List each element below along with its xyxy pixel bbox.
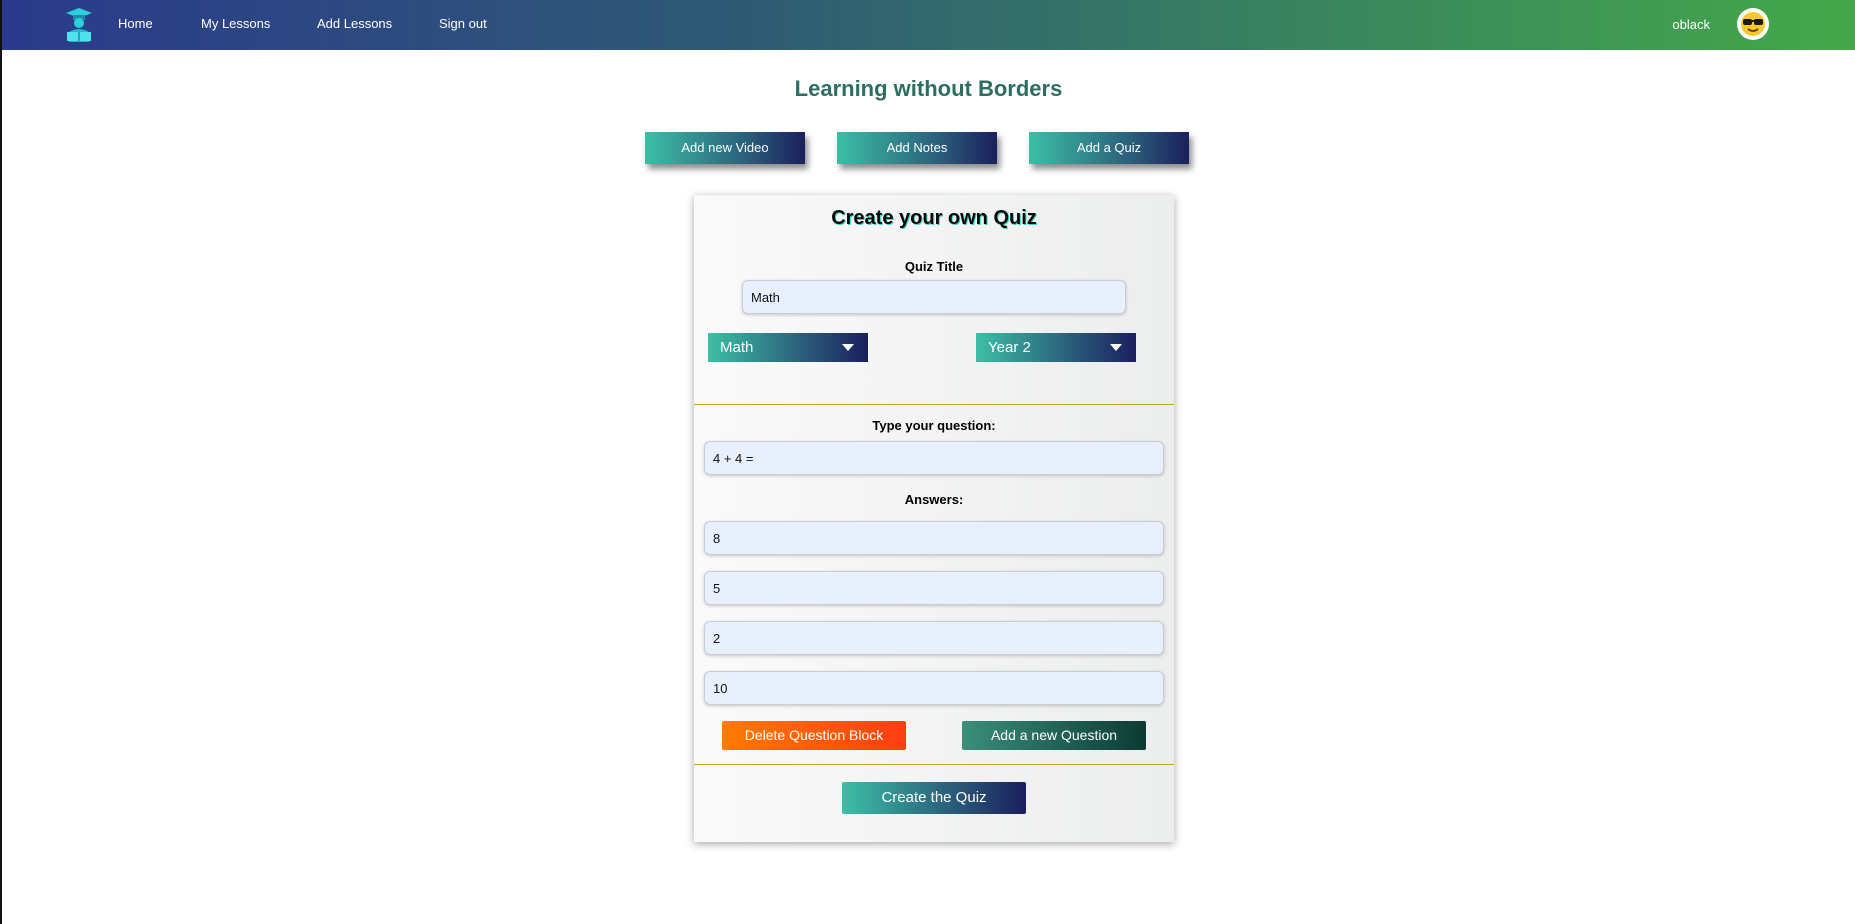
add-notes-button[interactable]: Add Notes [837,132,997,164]
quiz-title-input[interactable] [742,280,1126,314]
chevron-down-icon [842,344,854,351]
answer-input-3[interactable] [704,621,1164,655]
top-navbar: Home My Lessons Add Lessons Sign out obl… [2,0,1855,50]
delete-question-block-button[interactable]: Delete Question Block [722,721,906,750]
subject-select[interactable]: Math [708,333,868,362]
add-quiz-button[interactable]: Add a Quiz [1029,132,1189,164]
quiz-form-heading: Create your own Quiz [831,207,1037,229]
year-select-value: Year 2 [988,339,1031,356]
subject-select-value: Math [720,339,754,356]
quiz-form-card: Create your own Quiz Quiz Title Math Yea… [694,195,1174,842]
chevron-down-icon [1110,344,1122,351]
add-new-video-button[interactable]: Add new Video [645,132,805,164]
answer-input-4[interactable] [704,671,1164,705]
year-select[interactable]: Year 2 [976,333,1136,362]
nav-sign-out[interactable]: Sign out [439,16,487,31]
add-new-question-button[interactable]: Add a new Question [962,721,1146,750]
sunglasses-face-icon [1741,12,1765,36]
username: oblack [1672,17,1710,32]
nav-home[interactable]: Home [118,16,153,31]
create-quiz-button[interactable]: Create the Quiz [842,782,1026,814]
quiz-title-label: Quiz Title [904,259,964,274]
nav-my-lessons[interactable]: My Lessons [201,16,270,31]
nav-add-lessons[interactable]: Add Lessons [317,16,392,31]
question-input[interactable] [704,441,1164,475]
student-reading-logo-icon[interactable] [64,6,94,42]
site-title: Learning without Borders [794,76,1063,101]
section-divider [694,764,1174,765]
section-divider [694,404,1174,405]
question-label: Type your question: [872,418,996,433]
answer-input-2[interactable] [704,571,1164,605]
answers-label: Answers: [904,492,964,507]
avatar[interactable] [1737,8,1769,40]
answer-input-1[interactable] [704,521,1164,555]
